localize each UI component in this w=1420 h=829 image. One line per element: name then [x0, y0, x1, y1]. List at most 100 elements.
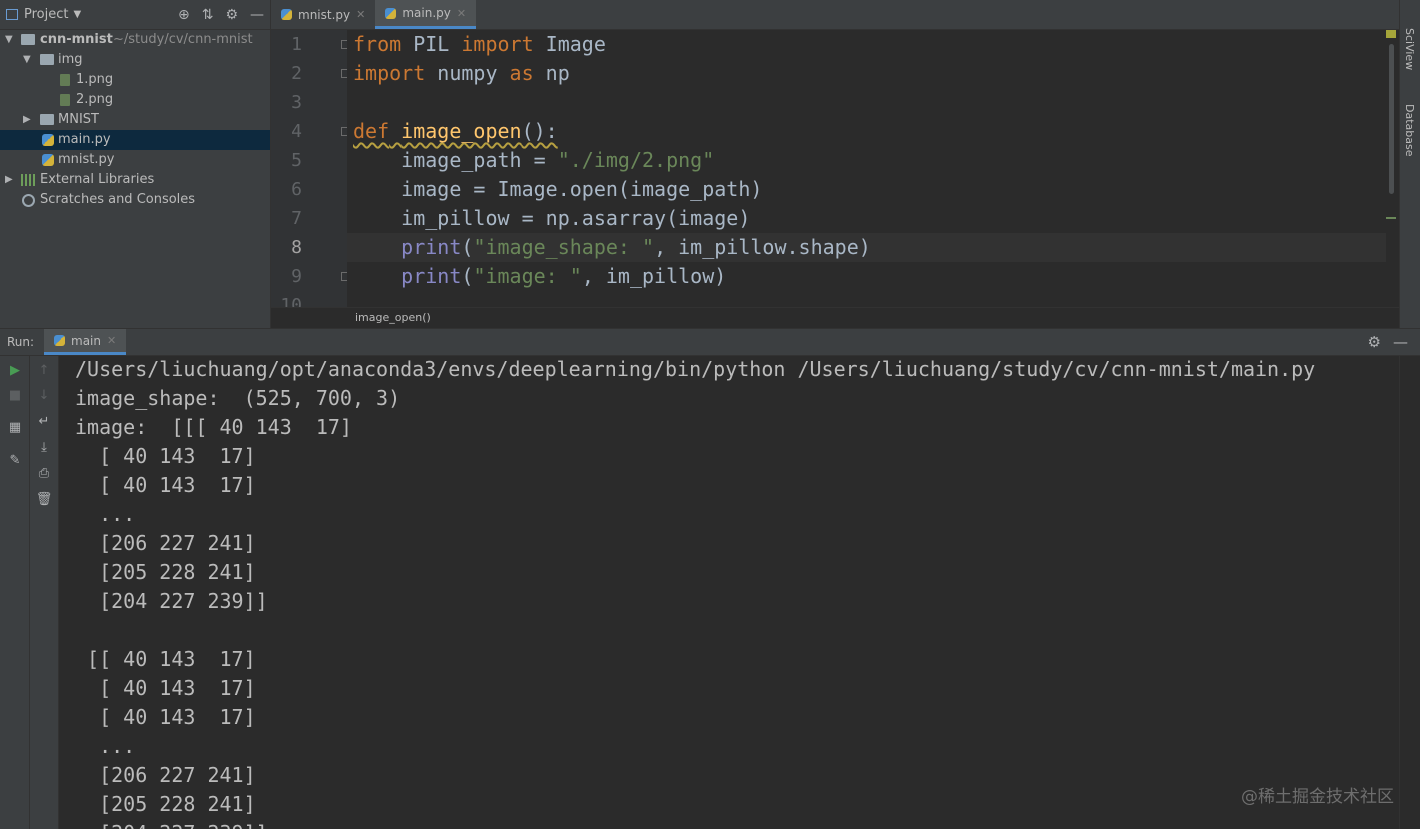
scroll-to-end-icon[interactable]: ⤓: [35, 439, 53, 457]
tree-item-label: mnist.py: [58, 152, 115, 167]
print-icon[interactable]: ⎙: [35, 465, 53, 483]
project-view-icon[interactable]: [6, 9, 18, 20]
pin-icon[interactable]: ✎: [6, 452, 24, 470]
warning-marker[interactable]: [1386, 30, 1396, 38]
line-number-current: 8: [291, 237, 302, 258]
scratch-icon: [22, 194, 35, 207]
run-tab-label: main: [71, 333, 101, 348]
minimize-icon[interactable]: —: [250, 7, 264, 23]
sciview-button[interactable]: SciView: [1403, 28, 1416, 70]
run-tool-window-header: Run: main ✕ ⚙ —: [0, 328, 1420, 356]
python-file-icon: [42, 154, 54, 166]
console-line: /Users/liuchuang/opt/anaconda3/envs/deep…: [75, 357, 1316, 381]
database-button[interactable]: Database: [1403, 104, 1416, 157]
minimize-icon[interactable]: —: [1393, 333, 1408, 351]
console-line: [ 40 143 17]: [75, 676, 256, 700]
tree-item-img[interactable]: ▼ img: [0, 50, 270, 70]
console-line: image: [[[ 40 143 17]: [75, 415, 352, 439]
tree-item-label: img: [58, 52, 83, 67]
line-number: 6: [291, 179, 302, 200]
collapse-arrow-icon[interactable]: ▶: [5, 170, 13, 190]
watermark: @稀土掘金技术社区: [1241, 787, 1394, 807]
close-icon[interactable]: ✕: [356, 8, 365, 21]
tab-mnist-py[interactable]: mnist.py ✕: [271, 0, 375, 29]
chevron-down-icon[interactable]: ▼: [73, 9, 81, 20]
image-file-icon: [60, 94, 70, 106]
tree-item-label: cnn-mnist: [40, 32, 113, 47]
soft-wrap-icon[interactable]: ↵: [35, 413, 53, 431]
console-line: [ 40 143 17]: [75, 705, 256, 729]
code-line-5: image_path = "./img/2.png": [353, 148, 715, 172]
tree-item-label: MNIST: [58, 112, 99, 127]
expand-arrow-icon[interactable]: ▼: [5, 30, 13, 50]
folder-icon: [40, 114, 54, 125]
right-tool-stripe: SciView Database: [1399, 0, 1420, 328]
console-line: [[ 40 143 17]: [75, 647, 256, 671]
code-line-4: def image_open():: [353, 119, 558, 143]
tree-item-mnist-folder[interactable]: ▶ MNIST: [0, 110, 270, 130]
trash-icon[interactable]: 🗑: [35, 491, 53, 509]
line-number-gutter[interactable]: 1 2 3 4 5 6 7 8 9 10: [271, 30, 347, 307]
collapse-arrow-icon[interactable]: ▶: [23, 110, 31, 130]
tree-item-label: External Libraries: [40, 172, 155, 187]
close-icon[interactable]: ✕: [107, 334, 116, 347]
run-toolbar-primary: ▶ ■ ▦ ✎: [0, 356, 30, 829]
line-number: 1: [291, 34, 302, 55]
gear-icon[interactable]: ⚙: [225, 7, 238, 23]
tab-label: mnist.py: [298, 7, 351, 22]
tree-item-scratches[interactable]: Scratches and Consoles: [0, 190, 270, 210]
console-line: [206 227 241]: [75, 763, 256, 787]
locate-icon[interactable]: ⊕: [178, 7, 190, 23]
tree-item-label: 1.png: [76, 72, 114, 87]
code-line-7: im_pillow = np.asarray(image): [353, 206, 751, 230]
folder-icon: [21, 34, 35, 45]
console-line: [204 227 239]]: [75, 821, 268, 829]
collapse-all-icon[interactable]: ⇅: [202, 7, 214, 23]
python-file-icon: [281, 9, 292, 20]
change-marker[interactable]: [1386, 217, 1396, 219]
tab-label: main.py: [402, 6, 451, 20]
console-scrollbar[interactable]: [1399, 356, 1420, 829]
code-line-8: print("image_shape: ", im_pillow.shape): [401, 235, 871, 259]
python-file-icon: [385, 7, 397, 19]
project-header: Project ▼ ⊕ ⇅ ⚙ —: [0, 0, 270, 30]
expand-arrow-icon[interactable]: ▼: [23, 50, 31, 70]
arrow-up-icon[interactable]: ↑: [35, 362, 53, 380]
tree-item-external-libraries[interactable]: ▶ External Libraries: [0, 170, 270, 190]
rerun-icon[interactable]: ▶: [6, 362, 24, 380]
tree-item-path: ~/study/cv/cnn-mnist: [113, 32, 253, 47]
arrow-down-icon[interactable]: ↓: [35, 387, 53, 405]
image-file-icon: [60, 74, 70, 86]
console-line: [ 40 143 17]: [75, 444, 256, 468]
close-icon[interactable]: ✕: [457, 7, 466, 20]
project-tool-window: Project ▼ ⊕ ⇅ ⚙ — ▼ cnn-mnist ~/study/cv…: [0, 0, 271, 328]
python-file-icon: [42, 134, 54, 146]
console-line: image_shape: (525, 700, 3): [75, 386, 401, 410]
folder-icon: [40, 54, 54, 65]
tab-main-py[interactable]: main.py ✕: [375, 0, 477, 29]
tree-item-mnist-py[interactable]: mnist.py: [0, 150, 270, 170]
stop-icon[interactable]: ■: [6, 387, 24, 405]
tree-item-1-png[interactable]: 1.png: [0, 70, 270, 90]
gear-icon[interactable]: ⚙: [1368, 333, 1381, 351]
tree-item-main-py[interactable]: main.py: [0, 130, 270, 150]
tree-item-label: main.py: [58, 132, 111, 147]
run-label: Run:: [7, 335, 35, 349]
tree-item-cnn-mnist[interactable]: ▼ cnn-mnist ~/study/cv/cnn-mnist: [0, 30, 270, 50]
layout-icon[interactable]: ▦: [6, 419, 24, 437]
code-editor[interactable]: from PIL import Image import numpy as np…: [347, 30, 1387, 307]
project-view-selector[interactable]: Project: [24, 7, 68, 22]
run-tab-main[interactable]: main ✕: [44, 329, 127, 355]
editor-scrollbar[interactable]: [1386, 30, 1399, 307]
python-file-icon: [54, 335, 65, 346]
tree-item-2-png[interactable]: 2.png: [0, 90, 270, 110]
code-line-9: print("image: ", im_pillow): [401, 264, 727, 288]
breadcrumb[interactable]: image_open(): [271, 307, 1399, 328]
run-toolbar-secondary: ↑ ↓ ↵ ⤓ ⎙ 🗑: [30, 356, 59, 829]
line-number: 9: [291, 266, 302, 287]
line-number: 4: [291, 121, 302, 142]
console-output[interactable]: /Users/liuchuang/opt/anaconda3/envs/deep…: [59, 356, 1399, 829]
line-number: 5: [291, 150, 302, 171]
scroll-thumb[interactable]: [1389, 44, 1394, 194]
console-line: ...: [75, 502, 136, 526]
